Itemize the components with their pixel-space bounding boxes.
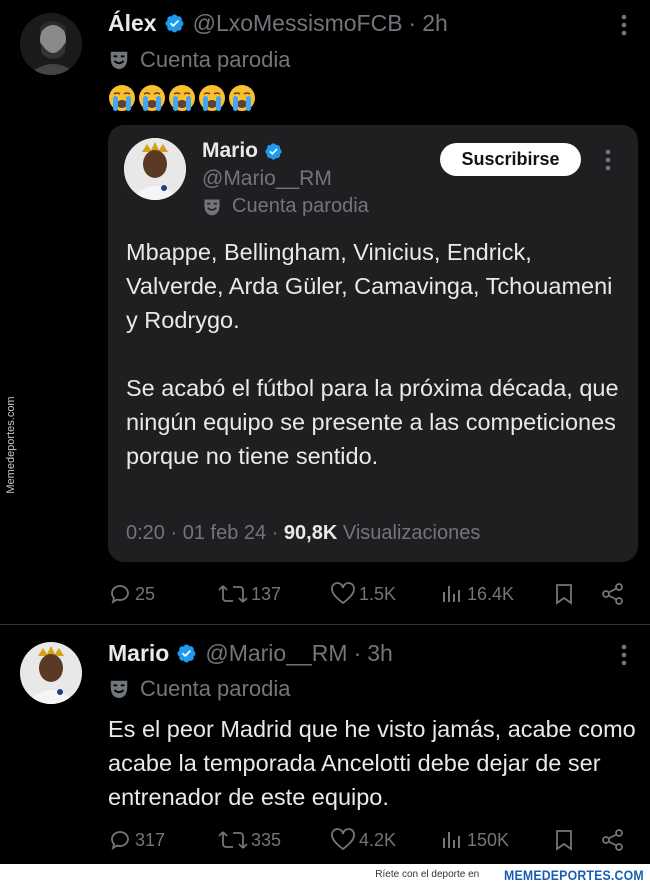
quoted-header: Mario (202, 139, 283, 163)
repost-count: 137 (251, 583, 282, 604)
quoted-paragraph-1: Mbappe, Bellingham, Vinicius, Endrick, V… (126, 239, 613, 333)
parody-label: Cuenta parodia (108, 47, 290, 73)
tweet-actions: 25 137 1.5K 16.4K (108, 579, 628, 609)
tweet-1[interactable]: Álex @LxoMessismoFCB · 2h Cuenta parodia (0, 0, 650, 624)
quoted-parody-text: Cuenta parodia (232, 195, 369, 217)
author-name[interactable]: Álex (108, 10, 157, 37)
tweet-header: Mario @Mario__RM · 3h (108, 640, 393, 667)
quoted-meta: 0:20 · 01 feb 24 · 90,8K Visualizaciones (126, 522, 481, 544)
tweet-header: Álex @LxoMessismoFCB · 2h (108, 10, 448, 37)
author-handle[interactable]: @LxoMessismoFCB (193, 10, 403, 37)
quoted-author-name[interactable]: Mario (202, 139, 258, 163)
crying-face-icon (169, 85, 195, 111)
like-button[interactable]: 4.2K (330, 825, 396, 855)
quoted-tweet-text: Mbappe, Bellingham, Vinicius, Endrick, V… (126, 235, 621, 507)
views-chart-icon (443, 586, 460, 602)
quoted-views-label: Visualizaciones (342, 522, 481, 544)
quoted-more-options-icon[interactable] (598, 145, 618, 175)
verified-badge-icon (177, 644, 196, 663)
quoted-handle-line: @Mario__RM (202, 167, 332, 191)
bookmark-icon (556, 584, 572, 605)
views-count: 150K (467, 829, 510, 850)
reply-icon (111, 585, 129, 604)
share-button[interactable] (600, 825, 629, 855)
repost-count: 335 (251, 829, 282, 850)
timestamp[interactable]: 3h (367, 640, 393, 667)
footer-logo: MEMEDEPORTES.COM (504, 866, 644, 883)
footer-tagline: Ríete con el deporte en (375, 869, 480, 880)
share-icon (602, 583, 623, 605)
quoted-date[interactable]: 01 feb 24 (183, 522, 266, 544)
quoted-paragraph-2: Se acabó el fútbol para la próxima décad… (126, 375, 619, 469)
footer-watermark: Ríete con el deporte en MEMEDEPORTES.COM (0, 864, 650, 885)
repost-button[interactable]: 335 (218, 825, 281, 855)
views-button[interactable]: 150K (440, 825, 509, 855)
reply-count: 317 (135, 829, 166, 850)
quoted-tweet[interactable]: Mario @Mario__RM Cuenta parodia Suscribi… (108, 125, 638, 562)
parody-mask-icon (110, 51, 128, 70)
views-button[interactable]: 16.4K (440, 579, 514, 609)
reply-button[interactable]: 317 (108, 825, 165, 855)
repost-button[interactable]: 137 (218, 579, 281, 609)
separator: · (408, 10, 417, 36)
reply-icon (111, 831, 129, 850)
avatar[interactable] (20, 642, 82, 704)
like-button[interactable]: 1.5K (330, 579, 396, 609)
quoted-views-count: 90,8K (283, 522, 338, 544)
quoted-parody-label: Cuenta parodia (202, 195, 369, 218)
repost-icon (218, 585, 248, 603)
bookmark-button[interactable] (553, 825, 578, 855)
parody-mask-icon (110, 680, 128, 699)
reply-button[interactable]: 25 (108, 579, 155, 609)
subscribe-button[interactable]: Suscribirse (440, 143, 581, 176)
verified-badge-icon (265, 142, 282, 160)
views-count: 16.4K (467, 583, 515, 604)
crying-face-icon (199, 85, 225, 111)
quoted-avatar[interactable] (124, 138, 186, 200)
verified-badge-icon (165, 14, 184, 33)
tweet-2-text: Es el peor Madrid que he visto jamás, ac… (108, 716, 636, 810)
tweet-actions: 317 335 4.2K 150K (108, 825, 628, 855)
repost-icon (218, 831, 248, 849)
parody-label-text: Cuenta parodia (140, 676, 291, 701)
more-options-icon[interactable] (614, 10, 634, 40)
tweet-emojis (108, 84, 256, 112)
more-options-icon[interactable] (614, 640, 634, 670)
heart-icon (331, 828, 355, 851)
bookmark-icon (556, 830, 572, 851)
quoted-author-handle[interactable]: @Mario__RM (202, 167, 332, 191)
separator: · (353, 640, 362, 666)
timestamp[interactable]: 2h (422, 10, 448, 37)
crying-face-icon (109, 85, 135, 111)
crying-face-icon (139, 85, 165, 111)
views-chart-icon (443, 832, 460, 848)
like-count: 1.5K (359, 583, 397, 604)
share-button[interactable] (600, 579, 629, 609)
crying-face-icon (229, 85, 255, 111)
author-handle[interactable]: @Mario__RM (205, 640, 347, 667)
parody-label: Cuenta parodia (108, 676, 290, 702)
share-icon (602, 829, 623, 851)
avatar[interactable] (20, 13, 82, 75)
like-count: 4.2K (359, 829, 397, 850)
heart-icon (331, 582, 355, 605)
parody-label-text: Cuenta parodia (140, 47, 291, 72)
reply-count: 25 (135, 583, 156, 604)
parody-mask-icon (204, 199, 220, 215)
bookmark-button[interactable] (553, 579, 578, 609)
quoted-time[interactable]: 0:20 (126, 522, 165, 544)
author-name[interactable]: Mario (108, 640, 169, 667)
